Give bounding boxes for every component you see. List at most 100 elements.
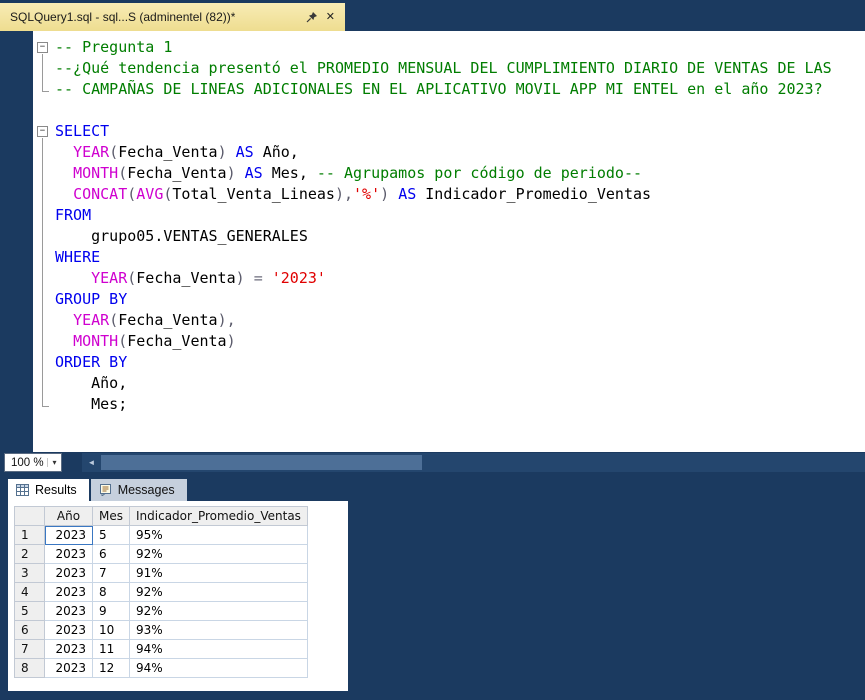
grid-cell[interactable]: 9 [92,601,130,621]
fold-margin: − [33,37,55,58]
code-line [33,100,865,121]
fold-margin [33,373,55,394]
tab-results-label: Results [35,483,77,497]
code-text: GROUP BY [55,290,128,308]
code-line: FROM [33,205,865,226]
code-line: --¿Qué tendencia presentó el PROMEDIO ME… [33,58,865,79]
code-line: Mes; [33,394,865,415]
tab-messages[interactable]: Messages [90,479,187,501]
grid-cell[interactable]: 10 [92,620,130,640]
row-number[interactable]: 6 [14,620,45,640]
grid-row: 7 2023 11 94% [14,639,308,659]
document-tab-bar: SQLQuery1.sql - sql...S (adminentel (82)… [0,0,865,31]
grid-cell[interactable]: 2023 [44,582,93,602]
grid-cell[interactable]: 91% [129,563,308,583]
code-text: WHERE [55,248,101,266]
grid-cell[interactable]: 2023 [44,601,93,621]
grid-cell[interactable]: 11 [92,639,130,659]
grid-row: 1 2023 5 95% [14,525,308,545]
column-header-año[interactable]: Año [44,506,93,526]
grid-cell[interactable]: 94% [129,658,308,678]
grid-cell[interactable]: 5 [92,525,130,545]
messages-icon [99,484,112,496]
horizontal-scrollbar[interactable] [101,453,865,472]
column-header-mes[interactable]: Mes [92,506,130,526]
column-header-indicador_promedio_ventas[interactable]: Indicador_Promedio_Ventas [129,506,308,526]
grid-row: 5 2023 9 92% [14,601,308,621]
document-tab-title: SQLQuery1.sql - sql...S (adminentel (82)… [10,10,236,24]
fold-margin [33,268,55,289]
fold-margin [33,79,55,100]
grid-row: 3 2023 7 91% [14,563,308,583]
grid-cell[interactable]: 92% [129,601,308,621]
code-line: − -- Pregunta 1 [33,37,865,58]
grid-row: 2 2023 6 92% [14,544,308,564]
code-text: --¿Qué tendencia presentó el PROMEDIO ME… [55,59,832,77]
code-line: YEAR(Fecha_Venta) AS Año, [33,142,865,163]
fold-margin [33,142,55,163]
tab-results[interactable]: Results [8,479,89,501]
scrollbar-thumb[interactable] [101,455,422,470]
code-text: YEAR(Fecha_Venta) AS Año, [73,143,299,161]
grid-cell[interactable]: 95% [129,525,308,545]
row-number[interactable]: 1 [14,525,45,545]
results-grid-icon [16,484,29,496]
grid-cell[interactable]: 2023 [44,525,93,545]
zoom-combo[interactable]: 100 % ▾ [4,453,62,472]
row-number[interactable]: 3 [14,563,45,583]
code-line: MONTH(Fecha_Venta) AS Mes, -- Agrupamos … [33,163,865,184]
pin-icon[interactable] [306,11,318,23]
row-number[interactable]: 7 [14,639,45,659]
code-line: grupo05.VENTAS_GENERALES [33,226,865,247]
code-text: Mes; [55,395,128,413]
grid-row: 8 2023 12 94% [14,658,308,678]
grid-cell[interactable]: 12 [92,658,130,678]
close-icon[interactable]: ✕ [326,11,335,23]
row-number[interactable]: 2 [14,544,45,564]
results-pane: Año Mes Indicador_Promedio_Ventas 1 2023 5 95%… [8,501,348,691]
row-number[interactable]: 8 [14,658,45,678]
code-line: -- CAMPAÑAS DE LINEAS ADICIONALES EN EL … [33,79,865,100]
grid-row: 4 2023 8 92% [14,582,308,602]
code-text: Año, [55,374,128,392]
results-grid[interactable]: Año Mes Indicador_Promedio_Ventas 1 2023 5 95%… [14,506,308,678]
tab-messages-label: Messages [117,483,175,497]
collapse-icon[interactable]: − [37,42,48,53]
grid-cell[interactable]: 92% [129,582,308,602]
grid-cell[interactable]: 2023 [44,544,93,564]
code-text: MONTH(Fecha_Venta) [73,332,236,350]
row-number[interactable]: 5 [14,601,45,621]
grid-cell[interactable]: 8 [92,582,130,602]
code-line: MONTH(Fecha_Venta) [33,331,865,352]
ssms-window: SQLQuery1.sql - sql...S (adminentel (82)… [0,0,865,700]
code-line: CONCAT(AVG(Total_Venta_Lineas),'%') AS I… [33,184,865,205]
scroll-left-button[interactable]: ◄ [82,453,101,472]
grid-cell[interactable]: 2023 [44,563,93,583]
grid-cell[interactable]: 93% [129,620,308,640]
grid-cell[interactable]: 7 [92,563,130,583]
grid-corner-cell[interactable] [14,506,45,526]
fold-margin [33,184,55,205]
sql-editor[interactable]: − -- Pregunta 1 --¿Qué tendencia presentó … [33,31,865,452]
grid-cell[interactable]: 2023 [44,658,93,678]
fold-margin: − [33,121,55,142]
fold-margin [33,100,55,121]
grid-cell[interactable]: 94% [129,639,308,659]
grid-cell[interactable]: 2023 [44,620,93,640]
code-text: CONCAT(AVG(Total_Venta_Lineas),'%') AS I… [73,185,652,203]
fold-margin [33,289,55,310]
code-text: -- Pregunta 1 [55,38,173,56]
code-text: grupo05.VENTAS_GENERALES [55,227,308,245]
document-tab[interactable]: SQLQuery1.sql - sql...S (adminentel (82)… [0,3,345,31]
grid-cell[interactable]: 92% [129,544,308,564]
collapse-icon[interactable]: − [37,126,48,137]
fold-margin [33,205,55,226]
grid-cell[interactable]: 2023 [44,639,93,659]
fold-margin [33,226,55,247]
fold-margin [33,163,55,184]
fold-margin [33,352,55,373]
grid-cell[interactable]: 6 [92,544,130,564]
row-number[interactable]: 4 [14,582,45,602]
fold-margin [33,310,55,331]
fold-margin [33,58,55,79]
